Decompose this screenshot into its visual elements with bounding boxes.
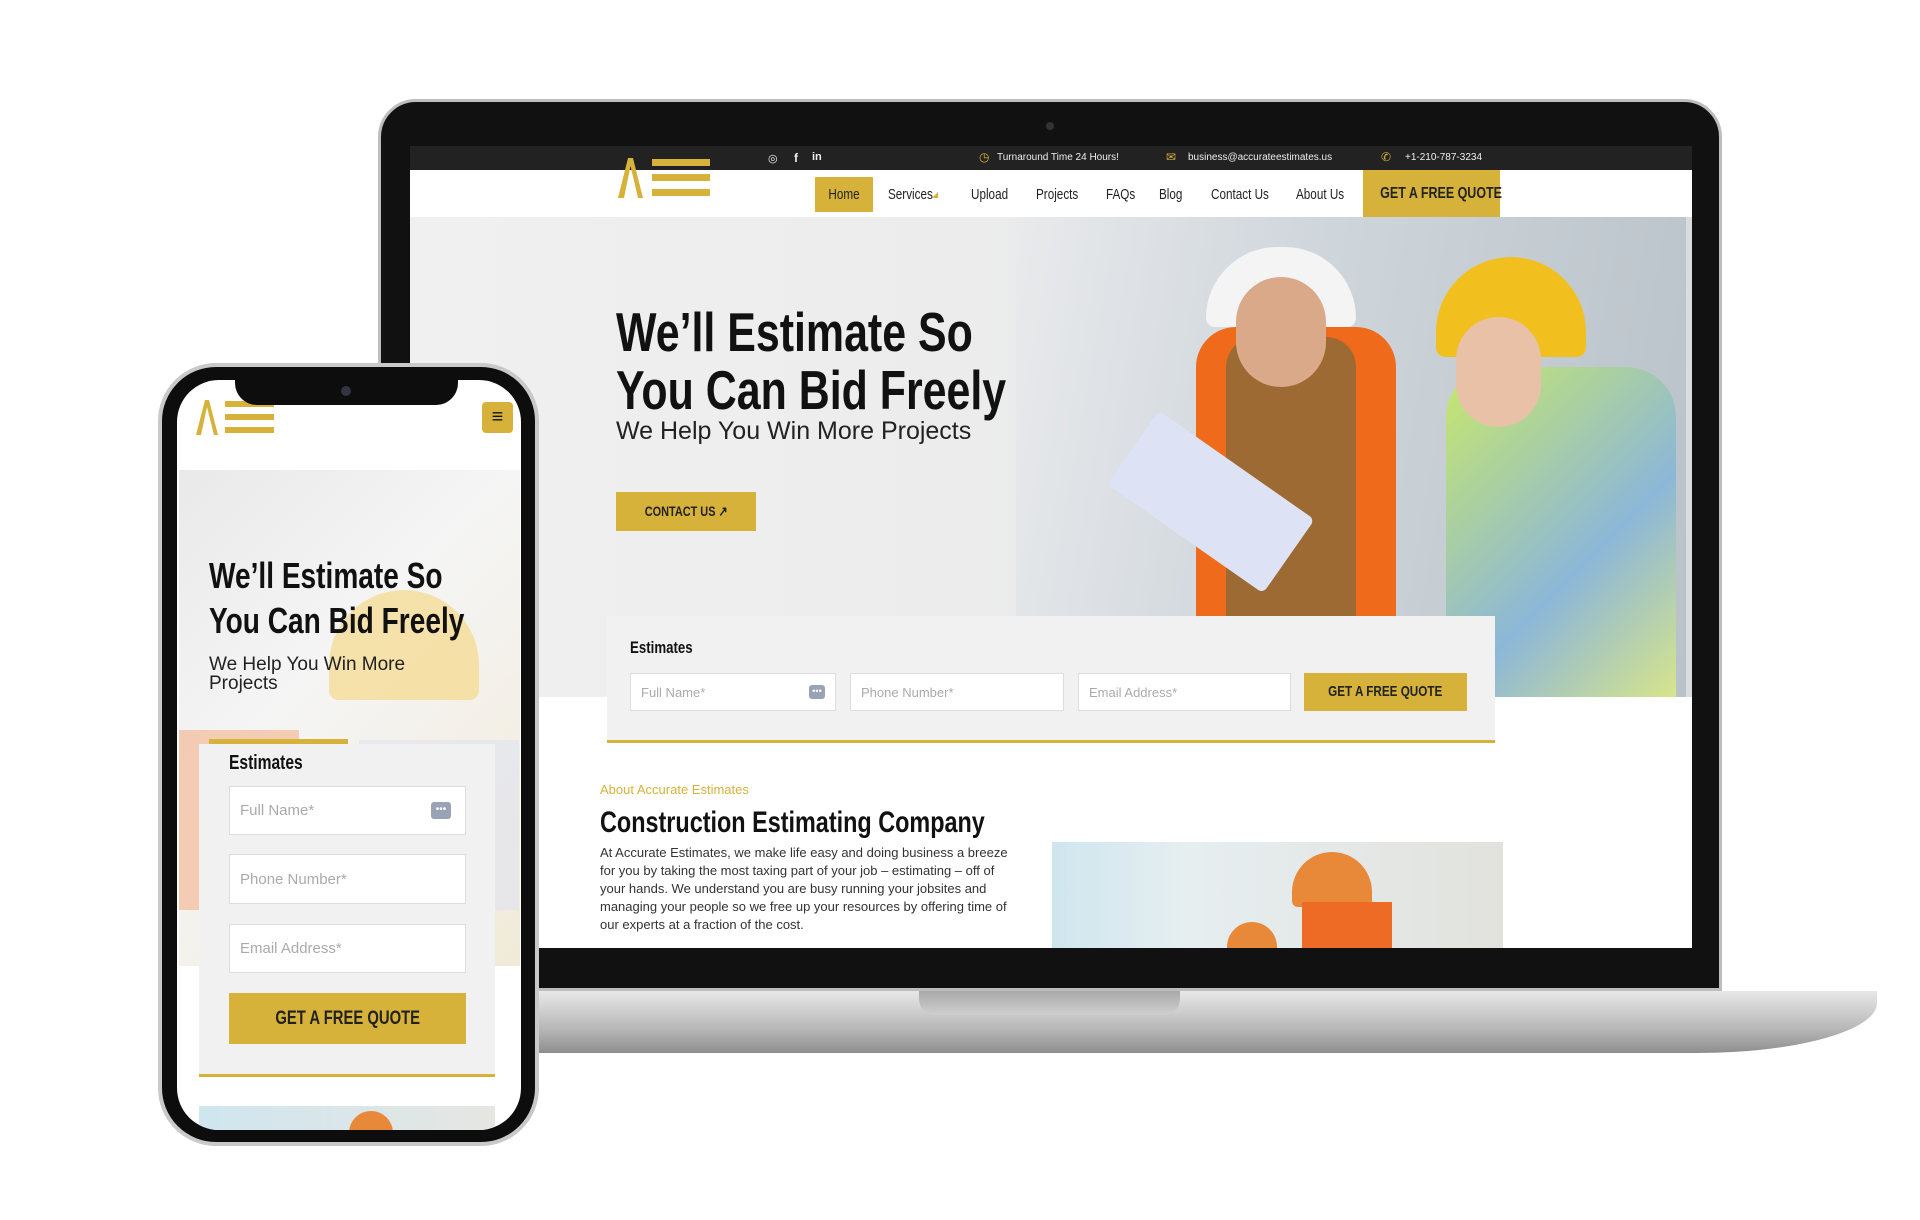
mobile-hero-subtitle: We Help You Win More Projects xyxy=(209,654,406,694)
hero-title: We’ll Estimate So You Can Bid Freely xyxy=(616,301,1007,421)
nav-blog[interactable]: Blog xyxy=(1159,177,1189,212)
get-quote-nav-button[interactable]: GET A FREE QUOTE xyxy=(1363,170,1502,217)
mobile-get-quote-button[interactable]: GET A FREE QUOTE xyxy=(229,993,466,1044)
mobile-about-image xyxy=(199,1106,495,1130)
turnaround-text: Turnaround Time 24 Hours! xyxy=(997,152,1119,163)
main-nav: Home Services ◢ Upload Projects FAQs Blog… xyxy=(410,170,1692,217)
mobile-full-name-input[interactable]: Full Name* ••• xyxy=(229,786,466,835)
email-address-input[interactable]: Email Address* xyxy=(1078,673,1291,711)
clock-icon: ◷ xyxy=(979,150,990,164)
facebook-icon[interactable]: f xyxy=(794,151,798,165)
hamburger-menu-icon[interactable]: ≡ xyxy=(482,402,513,433)
laptop-camera xyxy=(1046,122,1054,130)
instagram-icon[interactable]: ◎ xyxy=(768,152,778,165)
mobile-hero-title: We’ll Estimate So You Can Bid Freely xyxy=(209,555,465,641)
mobile-website: ≡ We’ll Estimate So You Can Bid Freely W… xyxy=(177,380,521,1130)
logo[interactable] xyxy=(616,157,710,199)
about-eyebrow: About Accurate Estimates xyxy=(600,782,749,797)
mobile-phone-number-input[interactable]: Phone Number* xyxy=(229,854,466,904)
email-link[interactable]: business@accurateestimates.us xyxy=(1188,152,1332,163)
phone-camera xyxy=(341,386,351,396)
get-quote-form-button[interactable]: GET A FREE QUOTE xyxy=(1304,673,1467,711)
nav-projects[interactable]: Projects xyxy=(1036,177,1090,212)
about-body: At Accurate Estimates, we make life easy… xyxy=(600,845,1008,932)
nav-faqs[interactable]: FAQs xyxy=(1106,177,1144,212)
hero-subtitle: We Help You Win More Projects xyxy=(616,417,972,445)
nav-about-us[interactable]: About Us xyxy=(1296,177,1358,212)
linkedin-icon[interactable]: in xyxy=(812,151,822,163)
desktop-website: ◎ f in ◷ Turnaround Time 24 Hours! ✉ bus… xyxy=(410,146,1692,948)
autofill-icon[interactable]: ••• xyxy=(431,802,451,819)
laptop-notch xyxy=(919,991,1180,1015)
estimates-form: Estimates Full Name* ••• Phone Number* Em… xyxy=(607,616,1495,743)
phone-number-input[interactable]: Phone Number* xyxy=(850,673,1064,711)
phone-link[interactable]: +1-210-787-3234 xyxy=(1405,152,1482,163)
about-heading: Construction Estimating Company xyxy=(600,806,985,839)
phone-notch xyxy=(235,380,458,405)
nav-services[interactable]: Services ◢ xyxy=(888,177,946,212)
mobile-estimates-form: Estimates Full Name* ••• Phone Number* Em… xyxy=(199,744,495,1077)
mobile-email-address-input[interactable]: Email Address* xyxy=(229,924,466,973)
full-name-input[interactable]: Full Name* ••• xyxy=(630,673,836,711)
top-bar: ◎ f in ◷ Turnaround Time 24 Hours! ✉ bus… xyxy=(410,146,1692,170)
estimates-title: Estimates xyxy=(630,638,693,657)
dropdown-caret-icon: ◢ xyxy=(932,190,939,199)
nav-home[interactable]: Home xyxy=(815,177,873,212)
mail-icon: ✉ xyxy=(1166,150,1177,164)
nav-contact-us[interactable]: Contact Us xyxy=(1211,177,1285,212)
contact-us-button[interactable]: CONTACT US ↗ xyxy=(616,492,756,531)
nav-upload[interactable]: Upload xyxy=(971,177,1019,212)
about-image xyxy=(1052,842,1503,948)
phone-icon: ✆ xyxy=(1381,150,1392,164)
mobile-estimates-title: Estimates xyxy=(229,752,303,774)
autofill-icon[interactable]: ••• xyxy=(809,685,825,699)
